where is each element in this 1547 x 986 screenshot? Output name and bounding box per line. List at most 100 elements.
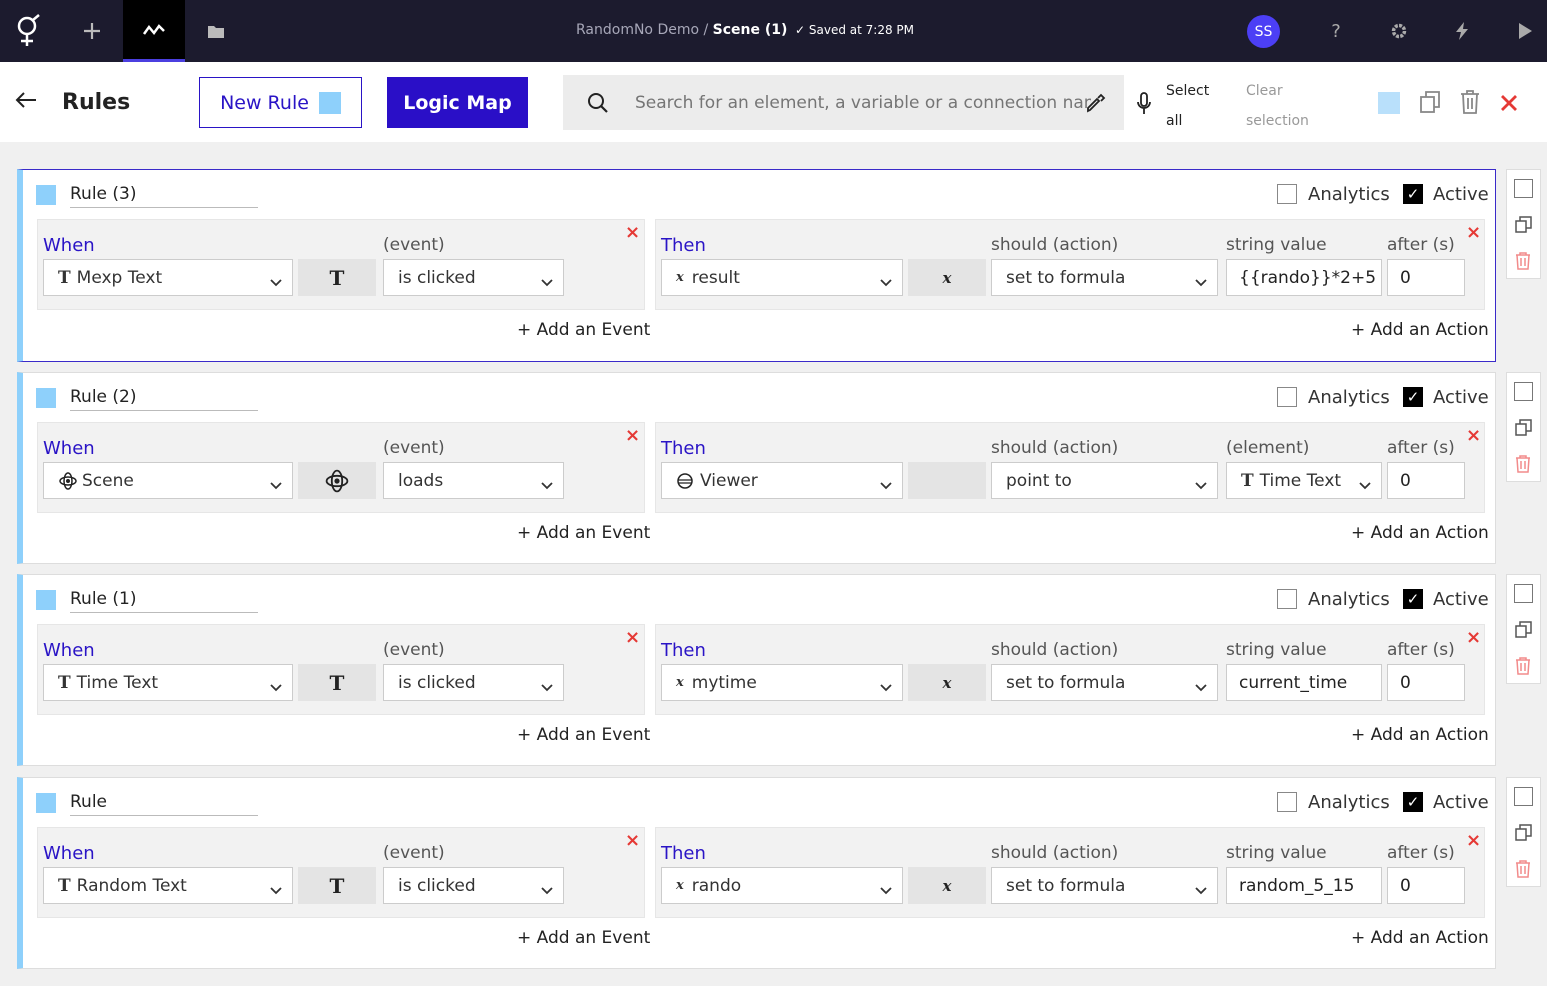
text-type-tile[interactable]: T — [298, 867, 376, 904]
lightning-icon[interactable] — [1450, 19, 1474, 43]
rule-name-input[interactable]: Rule (2) — [70, 387, 258, 411]
duplicate-rule-icon[interactable] — [1515, 824, 1532, 845]
then-target-dropdown[interactable]: x mytime — [661, 664, 903, 701]
action-dropdown[interactable]: set to formula — [991, 664, 1218, 701]
search-input[interactable] — [635, 85, 1091, 120]
eyedropper-icon[interactable] — [1086, 93, 1106, 117]
rule-name-input[interactable]: Rule (3) — [70, 184, 258, 208]
analytics-checkbox[interactable] — [1277, 589, 1297, 609]
delete-rule-icon[interactable] — [1515, 657, 1531, 679]
add-action-button[interactable]: + Add an Action — [1351, 725, 1489, 745]
duplicate-icon[interactable] — [1419, 90, 1441, 118]
delete-rule-icon[interactable] — [1515, 455, 1531, 477]
text-type-tile[interactable]: T — [298, 259, 376, 296]
back-arrow-icon[interactable] — [14, 90, 38, 115]
variable-type-tile[interactable]: x — [908, 867, 986, 904]
then-target-dropdown[interactable]: x rando — [661, 867, 903, 904]
rule-name-input[interactable]: Rule (1) — [70, 589, 258, 613]
action-dropdown[interactable]: point to — [991, 462, 1218, 499]
rule-color-swatch[interactable] — [36, 590, 56, 610]
trash-icon[interactable] — [1460, 90, 1480, 118]
remove-event-icon[interactable]: × — [625, 627, 640, 648]
duplicate-rule-icon[interactable] — [1515, 216, 1532, 237]
analytics-checkbox[interactable] — [1277, 387, 1297, 407]
microphone-icon[interactable] — [1136, 92, 1152, 120]
variable-type-tile[interactable]: x — [908, 259, 986, 296]
add-event-button[interactable]: + Add an Event — [517, 725, 650, 745]
duplicate-rule-icon[interactable] — [1515, 419, 1532, 440]
active-checkbox[interactable]: ✓ — [1403, 184, 1423, 204]
avatar[interactable]: SS — [1247, 15, 1280, 48]
then-target-dropdown[interactable]: Viewer — [661, 462, 903, 499]
when-element-dropdown[interactable]: T Mexp Text — [43, 259, 293, 296]
rule-color-swatch[interactable] — [36, 185, 56, 205]
remove-action-icon[interactable]: × — [1466, 627, 1481, 648]
event-dropdown[interactable]: is clicked — [383, 259, 564, 296]
active-checkbox[interactable]: ✓ — [1403, 589, 1423, 609]
string-value-input[interactable]: current_time — [1226, 664, 1382, 701]
action-dropdown[interactable]: set to formula — [991, 259, 1218, 296]
rule-select-checkbox[interactable] — [1514, 179, 1533, 198]
rule-name-input[interactable]: Rule — [70, 792, 258, 816]
after-seconds-input[interactable]: 0 — [1387, 259, 1465, 296]
duplicate-rule-icon[interactable] — [1515, 621, 1532, 642]
analytics-checkbox[interactable] — [1277, 184, 1297, 204]
add-event-button[interactable]: + Add an Event — [517, 523, 650, 543]
close-icon[interactable] — [1500, 90, 1518, 118]
remove-action-icon[interactable]: × — [1466, 830, 1481, 851]
rule-color-swatch[interactable] — [36, 793, 56, 813]
when-element-dropdown[interactable]: Scene — [43, 462, 293, 499]
variable-type-tile[interactable]: x — [908, 664, 986, 701]
add-event-button[interactable]: + Add an Event — [517, 928, 650, 948]
after-seconds-input[interactable]: 0 — [1387, 664, 1465, 701]
add-action-button[interactable]: + Add an Action — [1351, 320, 1489, 340]
empty-type-tile[interactable] — [908, 462, 986, 499]
rule-select-checkbox[interactable] — [1514, 382, 1533, 401]
help-icon[interactable]: ? — [1324, 19, 1348, 43]
rule-card[interactable]: Rule Analytics ✓ Active When (event) × T… — [17, 777, 1496, 969]
rule-card[interactable]: Rule (1) Analytics ✓ Active When (event)… — [17, 574, 1496, 766]
rule-select-checkbox[interactable] — [1514, 787, 1533, 806]
element-dropdown[interactable]: T Time Text — [1226, 462, 1382, 499]
breadcrumb-project[interactable]: RandomNo Demo / — [576, 22, 708, 38]
add-action-button[interactable]: + Add an Action — [1351, 928, 1489, 948]
remove-action-icon[interactable]: × — [1466, 222, 1481, 243]
delete-rule-icon[interactable] — [1515, 252, 1531, 274]
new-rule-button[interactable]: New Rule — [199, 77, 362, 128]
logic-map-button[interactable]: Logic Map — [387, 77, 528, 128]
string-value-input[interactable]: {{rando}}*2+5 — [1226, 259, 1382, 296]
play-icon[interactable] — [1513, 19, 1537, 43]
action-dropdown[interactable]: set to formula — [991, 867, 1218, 904]
remove-event-icon[interactable]: × — [625, 830, 640, 851]
clear-selection-button[interactable]: Clear selection — [1246, 76, 1326, 136]
remove-event-icon[interactable]: × — [625, 222, 640, 243]
rule-card[interactable]: Rule (2) Analytics ✓ Active When (event)… — [17, 372, 1496, 564]
select-all-button[interactable]: Select all — [1166, 76, 1226, 136]
rule-color-swatch[interactable] — [36, 388, 56, 408]
app-logo-icon[interactable] — [0, 0, 55, 62]
add-action-button[interactable]: + Add an Action — [1351, 523, 1489, 543]
active-checkbox[interactable]: ✓ — [1403, 792, 1423, 812]
color-picker-swatch[interactable] — [1378, 92, 1400, 114]
when-element-dropdown[interactable]: T Random Text — [43, 867, 293, 904]
add-event-button[interactable]: + Add an Event — [517, 320, 650, 340]
text-type-tile[interactable]: T — [298, 664, 376, 701]
event-dropdown[interactable]: is clicked — [383, 867, 564, 904]
event-dropdown[interactable]: loads — [383, 462, 564, 499]
after-seconds-input[interactable]: 0 — [1387, 462, 1465, 499]
active-checkbox[interactable]: ✓ — [1403, 387, 1423, 407]
folder-icon[interactable] — [185, 0, 247, 62]
then-target-dropdown[interactable]: x result — [661, 259, 903, 296]
rule-card[interactable]: Rule (3) Analytics ✓ Active When (event)… — [17, 169, 1496, 362]
analytics-checkbox[interactable] — [1277, 792, 1297, 812]
breadcrumb-scene[interactable]: Scene (1) — [713, 22, 788, 38]
delete-rule-icon[interactable] — [1515, 860, 1531, 882]
remove-action-icon[interactable]: × — [1466, 425, 1481, 446]
when-element-dropdown[interactable]: T Time Text — [43, 664, 293, 701]
event-dropdown[interactable]: is clicked — [383, 664, 564, 701]
remove-event-icon[interactable]: × — [625, 425, 640, 446]
add-icon[interactable] — [61, 0, 123, 62]
scene-type-tile[interactable] — [298, 462, 376, 499]
string-value-input[interactable]: random_5_15 — [1226, 867, 1382, 904]
after-seconds-input[interactable]: 0 — [1387, 867, 1465, 904]
